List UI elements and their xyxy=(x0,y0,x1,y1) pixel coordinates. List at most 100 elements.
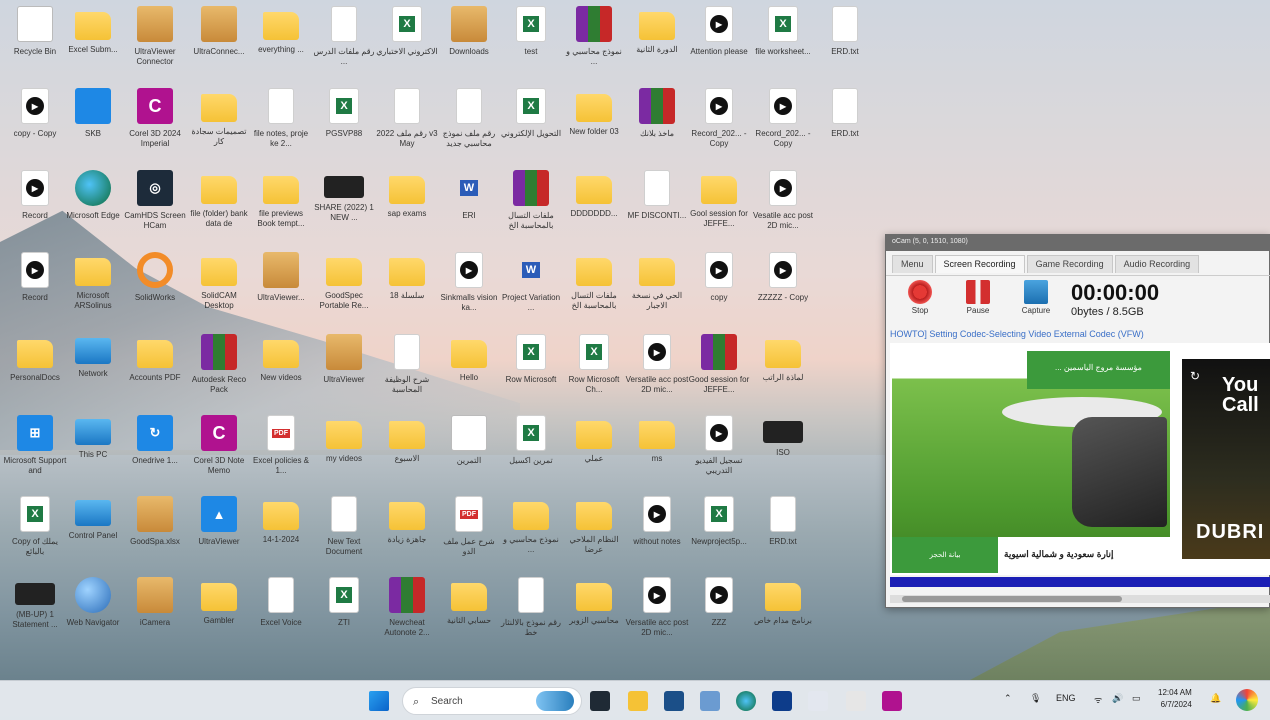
desktop-icon[interactable]: ERD.txt xyxy=(752,492,814,570)
desktop-icon[interactable]: X Row Microsoft Ch... xyxy=(563,330,625,408)
desktop-icon[interactable]: Excel Voice xyxy=(250,573,312,651)
desktop-icon[interactable]: UltraViewer... xyxy=(250,248,312,326)
desktop-icon[interactable]: iCamera xyxy=(124,573,186,651)
desktop-icon[interactable]: ▶ Record_202... - Copy xyxy=(752,84,814,162)
pause-button[interactable]: Pause xyxy=(956,280,1000,315)
desktop-icon[interactable]: ▶ ZZZ xyxy=(688,573,750,651)
desktop-icon[interactable]: ملفات التسال بالمحاسبة الخ xyxy=(563,248,625,326)
desktop-icon[interactable]: (MB-UP) 1 Statement ... xyxy=(4,573,66,651)
desktop-icon[interactable]: ms xyxy=(626,411,688,489)
desktop-icon[interactable]: Control Panel xyxy=(62,492,124,570)
desktop-icon[interactable]: ⚙ التمرين xyxy=(438,411,500,489)
desktop-icon[interactable]: تصميمات سجادة كار xyxy=(188,84,250,162)
desktop-icon[interactable]: DDDDDDD... xyxy=(563,166,625,244)
chevron-up-icon[interactable]: ⌃ xyxy=(1004,693,1012,704)
desktop-icon[interactable]: الاسبوع xyxy=(376,411,438,489)
desktop-icon[interactable]: SKB xyxy=(62,84,124,162)
weather-widget-icon[interactable] xyxy=(536,691,574,711)
capture-button[interactable]: Capture xyxy=(1014,280,1058,315)
tab-screen-recording[interactable]: Screen Recording xyxy=(934,255,1025,273)
desktop-icon[interactable]: Network xyxy=(62,330,124,408)
desktop-icon[interactable]: 14-1-2024 xyxy=(250,492,312,570)
desktop-icon[interactable]: my videos xyxy=(313,411,375,489)
desktop-icon[interactable]: Xtest xyxy=(500,2,562,80)
desktop-icon[interactable]: X ZTI xyxy=(313,573,375,651)
desktop-icon[interactable]: رقم ملف 2022 v3 May xyxy=(376,84,438,162)
desktop-icon[interactable]: النظام الملاحي عرضا xyxy=(563,492,625,570)
desktop-icon[interactable]: ▶ Sinkmalls vision ka... xyxy=(438,248,500,326)
desktop-icon[interactable]: رقم ملفات الدرس ... xyxy=(313,2,375,80)
file-explorer-icon[interactable] xyxy=(628,691,648,711)
desktop-icon[interactable]: SHARE (2022) 1 NEW ... xyxy=(313,166,375,244)
desktop-icon[interactable]: رقم ملف نموذج محاسبي جديد xyxy=(438,84,500,162)
desktop-icon[interactable]: ▶ تسجيل الفيديو التدريبي xyxy=(688,411,750,489)
recorder-window[interactable]: oCam (5, 0, 1510, 1080) Menu Screen Reco… xyxy=(885,234,1270,608)
desktop-icon[interactable]: GoodSpa.xlsx xyxy=(124,492,186,570)
corel-taskbar-icon[interactable] xyxy=(882,691,902,711)
desktop-icon[interactable]: C Corel 3D 2024 Imperial xyxy=(124,84,186,162)
desktop-icon[interactable]: Good session for JEFFE... xyxy=(688,330,750,408)
desktop-icon[interactable]: Excel Subm... xyxy=(62,2,124,80)
desktop-icon[interactable]: ▶ Vesatile acc post 2D mic... xyxy=(752,166,814,244)
desktop-icon[interactable]: X Copy of يملك بالبائع xyxy=(4,492,66,570)
desktop-icon[interactable]: UltraConnec... xyxy=(188,2,250,80)
desktop-icon[interactable]: Gambler xyxy=(188,573,250,651)
task-view-icon[interactable] xyxy=(590,691,610,711)
store-icon[interactable] xyxy=(664,691,684,711)
remote-app-icon[interactable] xyxy=(700,691,720,711)
desktop-icon[interactable]: ▲ UltraViewer xyxy=(188,492,250,570)
desktop-icon[interactable]: Hello xyxy=(438,330,500,408)
desktop-icon[interactable]: ERD.txt xyxy=(814,2,876,80)
desktop-icon[interactable]: PDF شرح عمل ملف الدو xyxy=(438,492,500,570)
desktop-icon[interactable]: W Project Variation ... xyxy=(500,248,562,326)
notification-bell-icon[interactable]: 🔔 xyxy=(1210,693,1221,704)
desktop-icon[interactable]: شرح الوظيفة المحاسبة xyxy=(376,330,438,408)
tab-menu[interactable]: Menu xyxy=(892,255,933,273)
desktop-icon[interactable]: Xfile worksheet... xyxy=(752,2,814,80)
desktop-icon[interactable]: file previews Book tempt... xyxy=(250,166,312,244)
desktop-icon[interactable]: X Row Microsoft xyxy=(500,330,562,408)
desktop-icon[interactable]: ◎ CamHDS Screen HCam xyxy=(124,166,186,244)
desktop-icon[interactable]: X Newproject5p... xyxy=(688,492,750,570)
desktop-icon[interactable]: PersonalDocs xyxy=(4,330,66,408)
desktop-icon[interactable]: file (folder) bank data de xyxy=(188,166,250,244)
desktop-icon[interactable]: ♻ Recycle Bin xyxy=(4,2,66,80)
desktop-icon[interactable]: ▶ Attention please xyxy=(688,2,750,80)
desktop-icon[interactable]: X التحويل الإلكتروني xyxy=(500,84,562,162)
ocam-taskbar-icon[interactable] xyxy=(846,691,866,711)
desktop-icon[interactable]: C Corel 3D Note Memo xyxy=(188,411,250,489)
taskbar-clock[interactable]: 12:04 AM 6/7/2024 xyxy=(1158,687,1192,711)
preview-button[interactable]: بيانة الحجز xyxy=(892,537,998,573)
desktop-icon[interactable]: X PGSVP88 xyxy=(313,84,375,162)
codec-help-link[interactable]: HOWTO] Setting Codec-Selecting Video Ext… xyxy=(890,329,1144,339)
desktop-icon[interactable]: Autodesk Reco Pack xyxy=(188,330,250,408)
desktop-icon[interactable]: ISO xyxy=(752,411,814,489)
desktop-icon[interactable]: ERD.txt xyxy=(814,84,876,162)
volume-icon[interactable]: 🔊 xyxy=(1112,693,1123,704)
desktop-icon[interactable]: رقم نموذج بالالنثار خط xyxy=(500,573,562,651)
desktop-icon[interactable]: UltraViewer Connector xyxy=(124,2,186,80)
wifi-icon[interactable]: ᯤ xyxy=(1094,693,1102,706)
stop-button[interactable]: Stop xyxy=(898,280,942,315)
desktop-icon[interactable]: نموذج محاسبي و ... xyxy=(563,2,625,80)
desktop-icon[interactable]: Microsoft ARSolinus xyxy=(62,248,124,326)
desktop-icon[interactable]: file notes, proje ke 2... xyxy=(250,84,312,162)
desktop-icon[interactable]: New folder 03 xyxy=(563,84,625,162)
desktop-icon[interactable]: عملي xyxy=(563,411,625,489)
desktop-icon[interactable]: ▶ Record xyxy=(4,248,66,326)
desktop-icon[interactable]: ▶ without notes xyxy=(626,492,688,570)
desktop-icon[interactable]: ماخذ بلانك xyxy=(626,84,688,162)
desktop-icon[interactable]: SolidCAM Desktop xyxy=(188,248,250,326)
edge-icon[interactable] xyxy=(736,691,756,711)
desktop-icon[interactable]: ▶ copy xyxy=(688,248,750,326)
desktop-icon[interactable]: PDF Excel policies & 1... xyxy=(250,411,312,489)
desktop-icon[interactable]: ▶ Record_202... - Copy xyxy=(688,84,750,162)
desktop-icon[interactable]: ▶ Versatile acc post 2D mic... xyxy=(626,573,688,651)
desktop-icon[interactable]: ⊞ Microsoft Support and xyxy=(4,411,66,489)
tab-game-recording[interactable]: Game Recording xyxy=(1026,255,1113,273)
desktop-icon[interactable]: New Text Document xyxy=(313,492,375,570)
desktop-icon[interactable]: حسابي الثانية xyxy=(438,573,500,651)
scrollbar-thumb[interactable] xyxy=(902,596,1122,602)
windows-start-icon[interactable] xyxy=(369,691,389,711)
desktop-icon[interactable]: ▶ Versatile acc post 2D mic... xyxy=(626,330,688,408)
